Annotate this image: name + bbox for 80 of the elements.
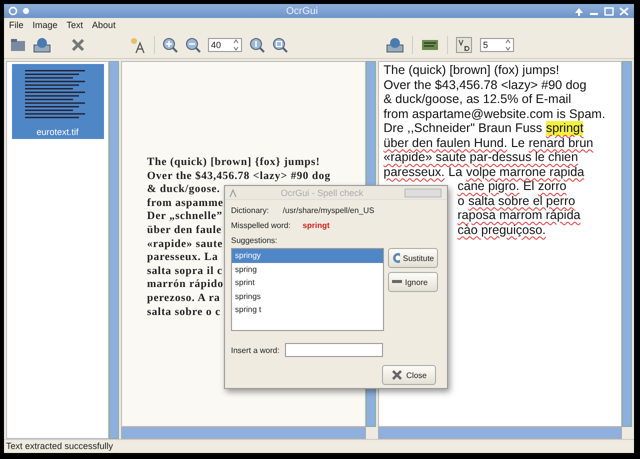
window-menu-icon[interactable] [8, 6, 18, 16]
text-run: zorro [538, 179, 566, 194]
keep-above-icon[interactable] [573, 6, 585, 16]
field-label: Suggestions: [231, 236, 278, 245]
field-label: Dictionary: [231, 206, 269, 215]
scanned-text-line: salta sopra il c [147, 264, 223, 278]
pin-icon[interactable] [21, 6, 31, 16]
text-run: o [458, 194, 464, 208]
text-run: «rapide» saute par-dessus le chien [384, 150, 578, 164]
maximize-icon[interactable] [603, 6, 615, 16]
text-run: cane pigro. [458, 179, 520, 194]
scan-text-icon[interactable] [386, 37, 404, 53]
scanned-text-line: über den faule [147, 224, 222, 238]
suggestion-item[interactable]: spring [232, 262, 383, 276]
zoom-fit-icon[interactable] [272, 37, 288, 53]
scanned-text-line: from aspamme [147, 196, 224, 210]
dictionary-path: /usr/share/myspell/en_US [282, 206, 374, 215]
spin-arrows-icon[interactable] [505, 39, 511, 51]
text-run: El [523, 179, 534, 194]
scanned-text-line: The (quick) [brown] {fox} jumps! [147, 156, 320, 170]
zoom-spinbox[interactable]: 40 [208, 38, 242, 52]
close-button[interactable]: Close [382, 365, 436, 385]
status-message: Text extracted successfully [4, 439, 634, 453]
scrollbar[interactable] [378, 427, 622, 439]
thumbnail-item[interactable]: eurotext.tif [12, 64, 104, 139]
text-run: Dre ,,Schneider" Braun Fuss [384, 121, 542, 136]
text-run: über den faulen Hund. [384, 136, 508, 150]
dialog-title: OcrGui - Spell check [280, 188, 364, 198]
suggestion-item[interactable]: sprint [232, 276, 383, 290]
menu-item[interactable]: File [9, 20, 24, 30]
text-run: raposa marrom rápida [458, 208, 580, 222]
text-run: cào preguiçoso. [458, 222, 546, 237]
text-run: The (quick) [brown] (fox) jumps! [384, 63, 560, 78]
suggestion-item[interactable]: springy [232, 249, 383, 262]
text-run: La [448, 164, 462, 179]
dialog-button[interactable]: Ignore [388, 272, 438, 292]
field-label: Misspelled word: [231, 221, 291, 230]
menu-item[interactable]: Text [66, 20, 84, 30]
zoom-original-icon[interactable] [249, 37, 265, 53]
close-icon [391, 369, 404, 381]
scanned-text-line: & duck/goose. [147, 183, 220, 197]
scrollbar[interactable] [622, 61, 632, 427]
scanned-text-line: «rapide» saute [147, 238, 223, 252]
delete-icon[interactable] [71, 38, 85, 52]
thumbnail-label: eurotext.tif [36, 126, 79, 139]
scrollbar[interactable] [109, 61, 119, 439]
minus-icon [392, 280, 402, 284]
menu-item[interactable]: Image [32, 20, 58, 30]
scanned-text-line: salta sobre o c [147, 306, 221, 320]
misspelled-word: springt [302, 221, 330, 230]
text-run: volpe marrone rapida [466, 164, 584, 179]
close-icon[interactable] [618, 6, 630, 16]
field-label: Insert a word: [231, 346, 280, 354]
text-run: Le [510, 136, 525, 150]
folder-icon[interactable] [10, 37, 26, 53]
scanned-text-line: Over the $43,456.78 <lazy> #90 dog [147, 170, 331, 184]
dialog-button[interactable]: Sustitute [388, 248, 438, 268]
scanned-text-line: perezoso. A ra [147, 292, 220, 306]
text-run: Over the $43,456.78 <lazy> #90 dog [384, 78, 586, 92]
font-size-icon[interactable] [456, 37, 472, 53]
text-run: & duck/goose, as 12.5% of E-mail [384, 92, 572, 106]
text-run: renard brun [528, 136, 594, 150]
scanner-icon[interactable] [33, 37, 51, 53]
scanned-text-line: marrón rápido [147, 278, 224, 292]
zoom-out-icon[interactable] [185, 37, 201, 53]
text-image-icon[interactable] [421, 38, 439, 52]
text-run: salta sobre el perro [468, 194, 576, 208]
scanned-text-line: Der „schnelle” [147, 210, 223, 224]
insert-word-field[interactable] [285, 343, 384, 357]
zoom-in-icon[interactable] [162, 37, 178, 53]
text-run: from aspartame@website.com is Spam. [384, 106, 606, 121]
suggestion-item[interactable]: springs [232, 290, 383, 303]
font-size-spinbox[interactable]: 5 [480, 38, 514, 52]
scrollbar[interactable] [121, 427, 366, 439]
window-title: OcrGui [285, 6, 319, 16]
suggestion-item[interactable]: spring t [232, 303, 383, 316]
spin-arrows-icon[interactable] [233, 39, 239, 51]
menu-item[interactable]: About [92, 20, 116, 30]
text-run: paresseux. [384, 164, 445, 179]
scanned-text-line: paresseux. La [147, 251, 218, 265]
